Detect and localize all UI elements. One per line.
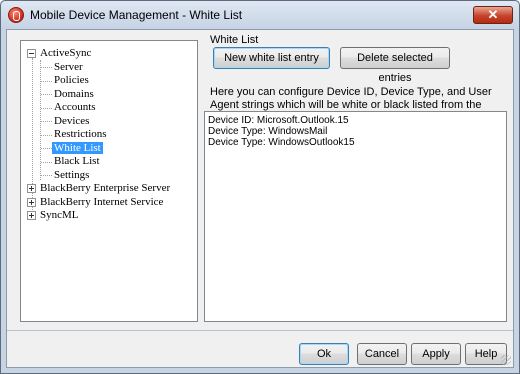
tree-item-restrictions[interactable]: Restrictions bbox=[54, 128, 107, 141]
tree-connector-line bbox=[41, 108, 52, 109]
tree-item-accounts[interactable]: Accounts bbox=[54, 101, 96, 114]
tree-item-server[interactable]: Server bbox=[54, 61, 83, 74]
close-button[interactable]: ✕ bbox=[473, 6, 513, 24]
list-item[interactable]: Device ID: Microsoft.Outlook.15 bbox=[208, 115, 503, 126]
tree-connector-line bbox=[41, 94, 52, 95]
new-white-list-entry-button[interactable]: New white list entry bbox=[213, 47, 330, 69]
expand-icon[interactable] bbox=[27, 198, 36, 207]
tree-item-label: Black List bbox=[54, 155, 100, 167]
tree-item-label: BlackBerry Enterprise Server bbox=[40, 182, 171, 194]
resize-grip-icon[interactable] bbox=[501, 355, 511, 365]
expand-icon[interactable] bbox=[27, 211, 36, 220]
list-item[interactable]: Device Type: WindowsOutlook15 bbox=[208, 137, 503, 148]
tree-connector-line bbox=[41, 162, 52, 163]
tree-item-black-list[interactable]: Black List bbox=[54, 155, 100, 168]
footer-divider bbox=[7, 330, 513, 331]
title-bar[interactable]: Mobile Device Management - White List ✕ bbox=[1, 1, 519, 29]
list-item[interactable]: Device Type: WindowsMail bbox=[208, 126, 503, 137]
tree-item-label: Restrictions bbox=[54, 128, 107, 140]
tree-item-label: SyncML bbox=[40, 209, 79, 221]
white-list-entries[interactable]: Device ID: Microsoft.Outlook.15 Device T… bbox=[204, 111, 507, 322]
tree-item-policies[interactable]: Policies bbox=[54, 74, 89, 87]
window-title: Mobile Device Management - White List bbox=[30, 8, 243, 22]
tree-connector-line bbox=[41, 81, 52, 82]
group-label: White List bbox=[210, 34, 259, 46]
ok-button[interactable]: Ok bbox=[299, 343, 349, 365]
navigation-tree[interactable]: ActiveSync Server Policies Domains Accou… bbox=[20, 40, 198, 322]
tree-item-label: Accounts bbox=[54, 101, 96, 113]
cancel-button[interactable]: Cancel bbox=[357, 343, 407, 365]
tree-item-domains[interactable]: Domains bbox=[54, 88, 94, 101]
tree-connector-line bbox=[41, 121, 52, 122]
tree-item-label: Devices bbox=[54, 115, 90, 127]
tree-item-label: White List bbox=[52, 142, 103, 154]
app-icon bbox=[8, 7, 24, 23]
tree-item-devices[interactable]: Devices bbox=[54, 115, 89, 128]
collapse-icon[interactable] bbox=[27, 49, 36, 58]
tree-item-label: Server bbox=[54, 61, 83, 73]
dialog-window: Mobile Device Management - White List ✕ … bbox=[0, 0, 520, 374]
tree-item-label: Settings bbox=[54, 169, 90, 181]
tree-connector-line bbox=[41, 175, 52, 176]
tree-connector-line bbox=[41, 135, 52, 136]
tree-connector-line bbox=[41, 67, 52, 68]
apply-button[interactable]: Apply bbox=[411, 343, 461, 365]
tree-item-label: BlackBerry Internet Service bbox=[40, 196, 164, 208]
tree-item-white-list[interactable]: White List bbox=[52, 142, 103, 155]
dialog-client-area: ActiveSync Server Policies Domains Accou… bbox=[6, 29, 514, 368]
expand-icon[interactable] bbox=[27, 184, 36, 193]
tree-item-label: Policies bbox=[54, 74, 89, 86]
tree-connector-line bbox=[41, 148, 52, 149]
tree-item-settings[interactable]: Settings bbox=[54, 169, 89, 182]
delete-selected-entries-button[interactable]: Delete selected entries bbox=[340, 47, 450, 84]
tree-item-label: Domains bbox=[54, 88, 94, 100]
tree-item-label: ActiveSync bbox=[40, 47, 92, 59]
